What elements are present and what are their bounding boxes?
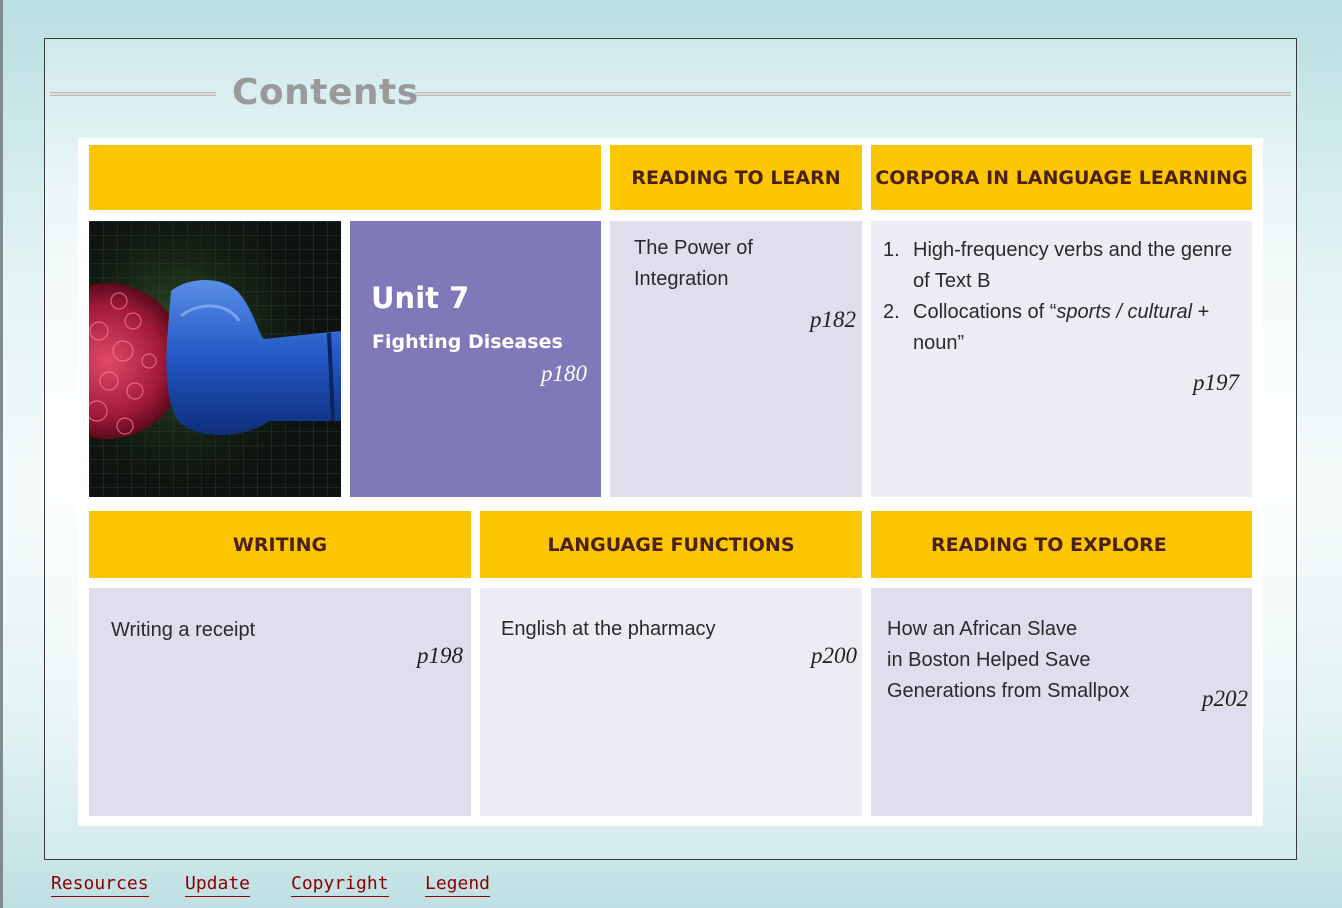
corpora-item-2-text-start: Collocations of “ <box>913 301 1057 323</box>
corpora-item-2: 2. Collocations of “sports / cultural + … <box>883 297 1241 359</box>
corpora-item-2-line-1: Collocations of “sports / cultural + <box>913 297 1241 328</box>
corpora-item-2-number: 2. <box>883 301 900 323</box>
corpora-item-2-italic: sports / cultural <box>1056 301 1193 323</box>
footer-link-copyright[interactable]: Copyright <box>291 873 389 897</box>
unit-subtitle: Fighting Diseases <box>372 331 563 353</box>
language-functions-title: English at the pharmacy <box>501 618 716 640</box>
reading-to-explore-title: How an African Slave in Boston Helped Sa… <box>887 614 1129 707</box>
corpora-page-ref[interactable]: p197 <box>1193 370 1239 396</box>
window-edge <box>0 0 3 908</box>
corpora-list: 1. High-frequency verbs and the genre of… <box>883 235 1241 359</box>
corpora-item-1-line-2: of Text B <box>913 270 991 292</box>
corpora-item-2-line-2: noun” <box>913 332 965 354</box>
title-rule-right <box>415 92 1291 96</box>
reading-to-explore-cell[interactable]: How an African Slave in Boston Helped Sa… <box>871 588 1252 816</box>
corpora-item-2-text-end: + <box>1192 301 1210 323</box>
reading-to-learn-page-ref[interactable]: p182 <box>810 307 856 333</box>
heading-language-functions: LANGUAGE FUNCTIONS <box>480 511 862 578</box>
footer-link-legend[interactable]: Legend <box>425 873 491 897</box>
language-functions-page-ref[interactable]: p200 <box>811 643 857 669</box>
unit-card[interactable]: Unit 7 Fighting Diseases p180 <box>350 221 601 497</box>
footer-link-update[interactable]: Update <box>185 873 251 897</box>
reading-to-explore-page-ref[interactable]: p202 <box>1202 686 1248 712</box>
reading-to-explore-line-3: Generations from Smallpox <box>887 680 1130 702</box>
reading-to-learn-line-1: The Power of <box>634 237 753 259</box>
page-title: Contents <box>232 72 419 113</box>
heading-reading-to-learn: READING TO LEARN <box>610 145 862 210</box>
unit-image <box>89 221 341 497</box>
writing-cell[interactable]: Writing a receipt p198 <box>89 588 471 816</box>
footer-link-resources[interactable]: Resources <box>51 873 149 897</box>
reading-to-learn-line-2: Integration <box>634 268 729 290</box>
boxing-glove-vs-virus-image <box>89 221 341 497</box>
unit-heading-blank <box>89 145 601 210</box>
contents-table: READING TO LEARN CORPORA IN LANGUAGE LEA… <box>78 138 1263 826</box>
title-rule-left <box>50 92 216 96</box>
corpora-item-1-line-1: High-frequency verbs and the genre <box>913 239 1233 261</box>
reading-to-learn-title: The Power of Integration <box>634 233 753 295</box>
writing-title: Writing a receipt <box>111 619 256 641</box>
heading-reading-to-explore: READING TO EXPLORE <box>871 511 1252 578</box>
language-functions-cell[interactable]: English at the pharmacy p200 <box>480 588 862 816</box>
reading-to-learn-cell[interactable]: The Power of Integration p182 <box>610 221 862 497</box>
reading-to-explore-line-1: How an African Slave <box>887 618 1078 640</box>
reading-to-explore-line-2: in Boston Helped Save <box>887 649 1091 671</box>
unit-page-ref[interactable]: p180 <box>541 361 587 387</box>
heading-corpora: CORPORA IN LANGUAGE LEARNING <box>871 145 1252 210</box>
unit-title: Unit 7 <box>371 281 470 315</box>
corpora-item-1: 1. High-frequency verbs and the genre of… <box>883 235 1241 297</box>
writing-page-ref[interactable]: p198 <box>417 643 463 669</box>
heading-writing: WRITING <box>89 511 471 578</box>
corpora-cell[interactable]: 1. High-frequency verbs and the genre of… <box>871 221 1252 497</box>
corpora-item-1-number: 1. <box>883 239 900 261</box>
